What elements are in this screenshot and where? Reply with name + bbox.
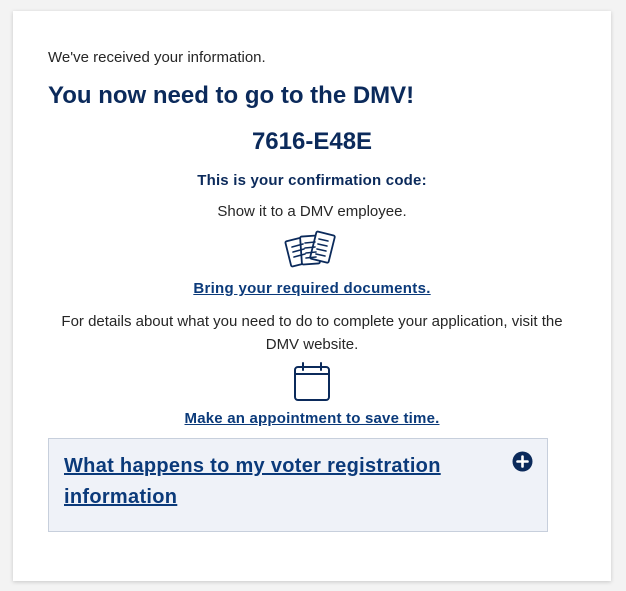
voter-registration-accordion-title[interactable]: What happens to my voter registration in… bbox=[64, 451, 484, 513]
confirmation-code-label: This is your confirmation code: bbox=[197, 172, 427, 189]
show-employee-instruction: Show it to a DMV employee. bbox=[217, 203, 407, 220]
required-documents-link[interactable]: Bring your required documents. bbox=[13, 280, 611, 297]
voter-registration-accordion[interactable]: What happens to my voter registration in… bbox=[48, 438, 548, 532]
make-appointment-link[interactable]: Make an appointment to save time. bbox=[13, 410, 611, 427]
details-text: For details about what you need to do to… bbox=[61, 313, 563, 353]
page-title: You now need to go to the DMV! bbox=[48, 82, 415, 109]
received-message: We've received your information. bbox=[48, 49, 266, 66]
documents-icon bbox=[284, 230, 336, 268]
calendar-icon bbox=[294, 362, 330, 401]
confirmation-code: 7616-E48E bbox=[251, 128, 373, 155]
plus-circle-icon[interactable] bbox=[512, 451, 533, 472]
confirmation-card: We've received your information. You now… bbox=[13, 11, 611, 581]
